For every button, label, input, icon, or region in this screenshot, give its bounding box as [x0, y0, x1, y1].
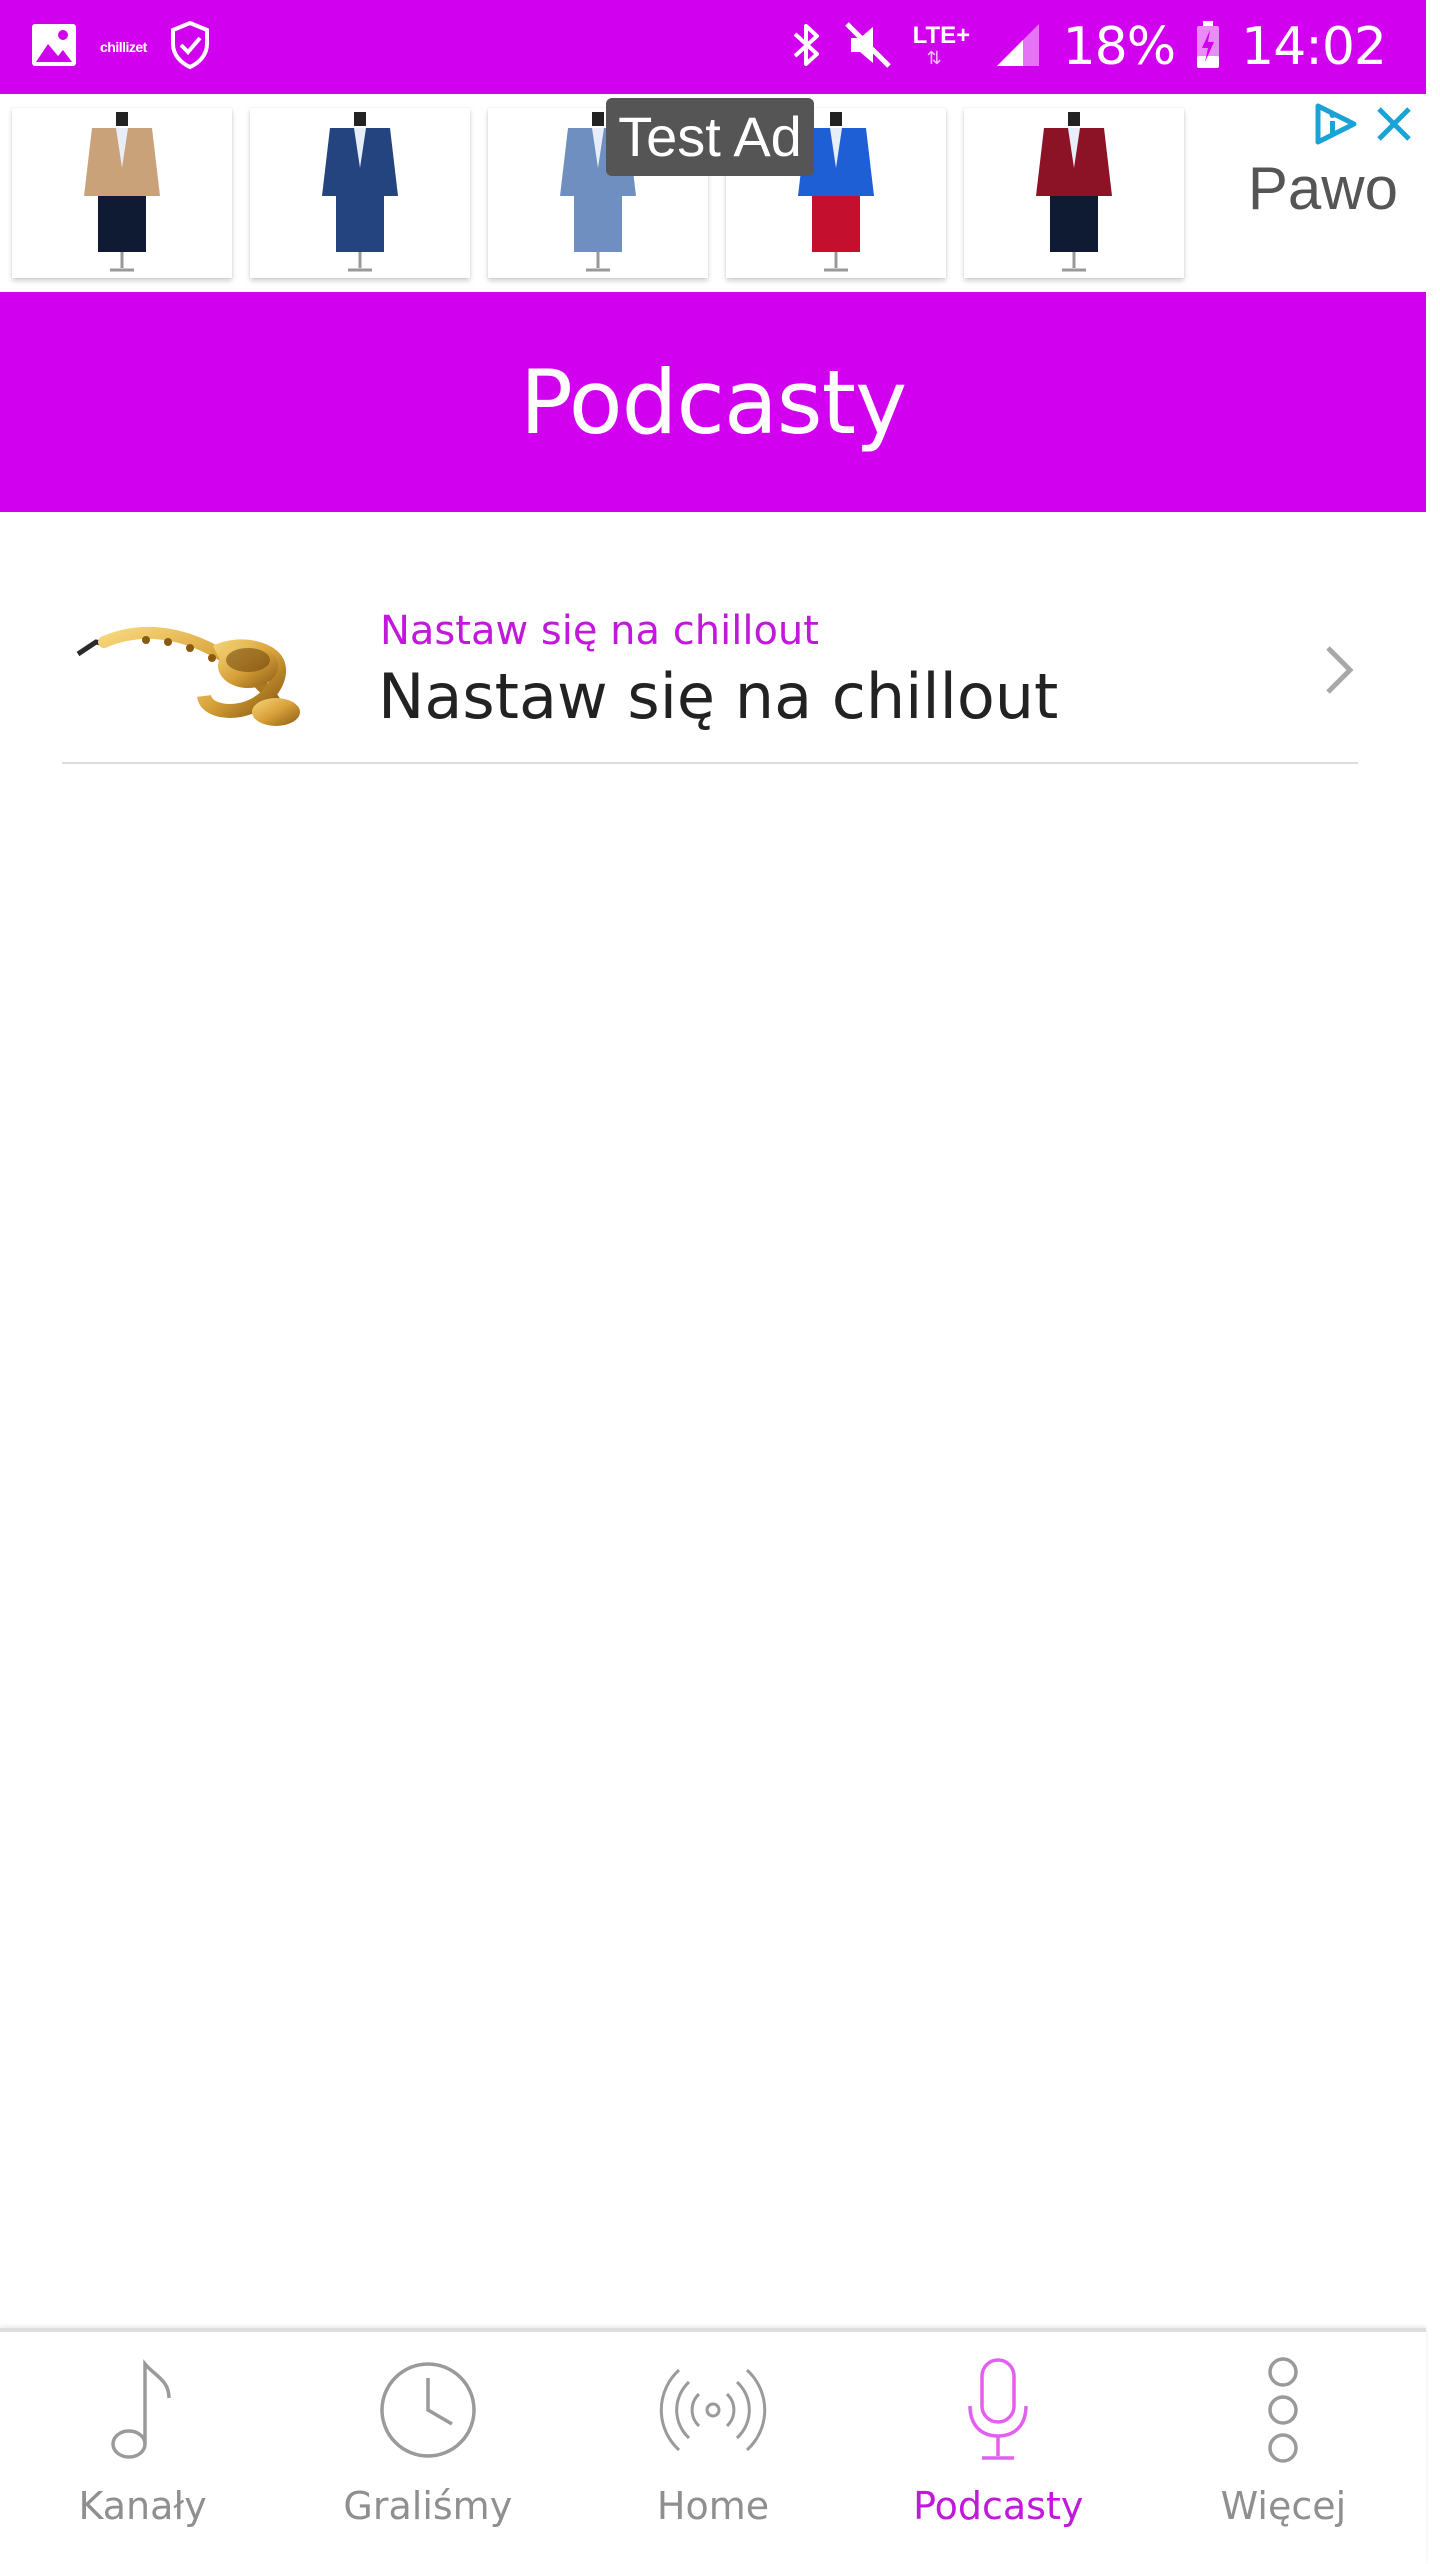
- page-header: Podcasty: [0, 292, 1426, 512]
- signal-icon: [993, 20, 1043, 74]
- more-icon: [1223, 2354, 1343, 2466]
- podcast-list: Nastaw się na chillout Nastaw się na chi…: [62, 512, 1358, 764]
- test-ad-label: Test Ad: [606, 98, 814, 176]
- nav-label: Home: [656, 2484, 770, 2528]
- battery-percent: 18%: [1062, 17, 1177, 77]
- chevron-right-icon: [1322, 642, 1358, 702]
- podcast-title: Nastaw się na chillout: [378, 660, 1059, 733]
- shield-check-icon: [169, 20, 211, 74]
- ad-advertiser-name[interactable]: Pawo: [1248, 154, 1398, 223]
- ad-banner[interactable]: Test Ad Pawo: [0, 94, 1426, 292]
- music-note-icon: [83, 2354, 203, 2466]
- lte-indicator: LTE+ ⇅: [912, 22, 971, 69]
- nav-label: Graliśmy: [343, 2484, 513, 2528]
- microphone-icon: [938, 2354, 1058, 2466]
- nav-label: Więcej: [1220, 2484, 1347, 2528]
- broadcast-icon: [653, 2354, 773, 2466]
- nav-gralismy[interactable]: Graliśmy: [285, 2332, 570, 2564]
- suit-image: [84, 112, 160, 272]
- close-ad-icon[interactable]: [1374, 104, 1414, 148]
- nav-label: Podcasty: [913, 2484, 1084, 2528]
- suit-image: [322, 112, 398, 272]
- gallery-icon: [30, 22, 78, 72]
- clock-time: 14:02: [1241, 17, 1387, 77]
- bottom-navigation: Kanały Graliśmy Home Podcasty Więcej: [0, 2328, 1426, 2564]
- status-bar-notifications: chillizet: [30, 18, 211, 76]
- data-arrows-icon: ⇅: [926, 48, 942, 69]
- ad-choices[interactable]: [1312, 102, 1414, 150]
- nav-home[interactable]: Home: [570, 2332, 855, 2564]
- ad-product-tile[interactable]: [12, 108, 232, 278]
- nav-wiecej[interactable]: Więcej: [1141, 2332, 1426, 2564]
- status-bar-system: LTE+ ⇅ 18% 14:02: [789, 16, 1387, 78]
- saxophone-thumbnail: [76, 612, 306, 736]
- clock-icon: [368, 2354, 488, 2466]
- nav-kanaly[interactable]: Kanały: [0, 2332, 285, 2564]
- page-title: Podcasty: [519, 350, 907, 454]
- ad-product-carousel[interactable]: [0, 94, 1200, 292]
- ad-product-tile[interactable]: [250, 108, 470, 278]
- suit-image: [1036, 112, 1112, 272]
- status-bar: chillizet LTE+ ⇅ 18% 14:02: [0, 0, 1426, 94]
- adchoices-icon[interactable]: [1312, 102, 1360, 150]
- nav-label: Kanały: [78, 2484, 207, 2528]
- mute-icon: [843, 20, 893, 74]
- bluetooth-icon: [789, 20, 823, 74]
- status-app-label: chillizet: [100, 39, 147, 55]
- ad-product-tile[interactable]: [964, 108, 1184, 278]
- podcast-subtitle: Nastaw się na chillout: [380, 608, 819, 654]
- battery-charging-icon: [1195, 20, 1221, 74]
- podcast-list-item[interactable]: Nastaw się na chillout Nastaw się na chi…: [62, 512, 1358, 764]
- nav-podcasty[interactable]: Podcasty: [856, 2332, 1141, 2564]
